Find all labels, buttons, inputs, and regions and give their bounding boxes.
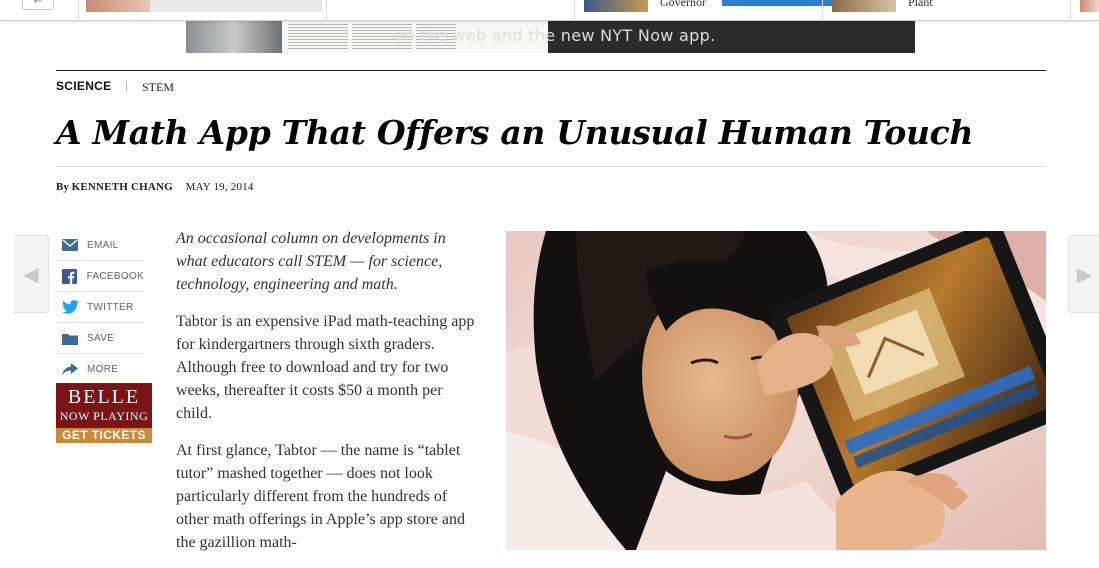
share-tools: EMAIL FACEBOOK TWITTER SAVE MORE xyxy=(56,230,144,384)
share-email-label: EMAIL xyxy=(87,239,119,251)
article-headline: A Math App That Offers an Unusual Human … xyxy=(56,113,974,152)
kicker-divider xyxy=(126,81,127,92)
email-icon xyxy=(61,237,79,253)
divider xyxy=(78,0,79,20)
get-tickets-button[interactable]: GET TICKETS xyxy=(56,428,152,443)
share-email-button[interactable]: EMAIL xyxy=(56,230,144,261)
ad-photo xyxy=(186,20,282,53)
section-kicker[interactable]: SCIENCE xyxy=(56,79,111,93)
divider xyxy=(1070,0,1071,20)
byline-date: MAY 19, 2014 xyxy=(185,181,254,193)
carousel-thumbnail[interactable] xyxy=(86,0,150,12)
divider xyxy=(574,0,575,20)
carousel-thumbnail[interactable] xyxy=(1080,0,1099,12)
carousel-thumbnail[interactable] xyxy=(832,0,896,12)
chevron-left-icon: ◀ xyxy=(23,262,39,286)
photo-illustration xyxy=(506,231,1046,550)
top-carousel-strip: ← Governor Plant xyxy=(0,0,1099,21)
chevron-right-icon: ▶ xyxy=(1076,262,1093,286)
divider xyxy=(326,0,327,20)
article-lead-photo[interactable] xyxy=(506,231,1046,550)
belle-movie-ad[interactable]: BELLE NOW PLAYING GET TICKETS xyxy=(56,383,152,443)
share-arrow-icon xyxy=(61,361,79,377)
facebook-icon xyxy=(61,268,79,284)
belle-ad-body: BELLE NOW PLAYING xyxy=(56,383,152,428)
byline: By KENNETH CHANG MAY 19, 2014 xyxy=(56,181,254,193)
twitter-icon xyxy=(61,299,79,315)
byline-prefix: By xyxy=(56,181,69,193)
share-twitter-button[interactable]: TWITTER xyxy=(56,292,144,323)
article-paragraph: Tabtor is an expensive iPad math-teachin… xyxy=(176,313,475,422)
share-facebook-label: FACEBOOK xyxy=(86,270,144,282)
save-icon xyxy=(61,330,79,346)
divider xyxy=(822,0,823,20)
carousel-back-button[interactable]: ← xyxy=(22,0,54,10)
share-facebook-button[interactable]: FACEBOOK xyxy=(56,261,144,292)
byline-author[interactable]: KENNETH CHANG xyxy=(72,181,173,193)
header-rule xyxy=(56,70,1046,71)
belle-ad-title: BELLE xyxy=(67,386,141,408)
share-twitter-label: TWITTER xyxy=(87,301,134,313)
previous-article-button[interactable]: ◀ xyxy=(14,235,49,313)
next-article-button[interactable]: ▶ xyxy=(1068,235,1099,313)
article-body: An occasional column on developments in … xyxy=(176,227,476,568)
article-intro: An occasional column on developments in … xyxy=(176,230,446,293)
share-more-label: MORE xyxy=(87,363,119,375)
subsection-kicker[interactable]: STEM xyxy=(142,80,174,95)
nyt-now-ad-banner[interactable]: on the web and the new NYT Now app. xyxy=(186,20,915,53)
carousel-item-title[interactable]: Plant xyxy=(908,0,933,10)
article-paragraph: At first glance, Tabtor — the name is “t… xyxy=(176,442,465,551)
share-more-button[interactable]: MORE xyxy=(56,354,144,384)
save-article-button[interactable]: SAVE xyxy=(56,323,144,354)
save-label: SAVE xyxy=(87,332,115,344)
carousel-thumbnail[interactable] xyxy=(150,0,322,12)
headline-rule xyxy=(56,166,1046,167)
ad-message: on the web and the new NYT Now app. xyxy=(394,26,716,45)
belle-ad-subtitle: NOW PLAYING xyxy=(59,409,149,423)
carousel-item-title[interactable]: Governor xyxy=(660,0,706,10)
carousel-thumbnail[interactable] xyxy=(584,0,648,12)
